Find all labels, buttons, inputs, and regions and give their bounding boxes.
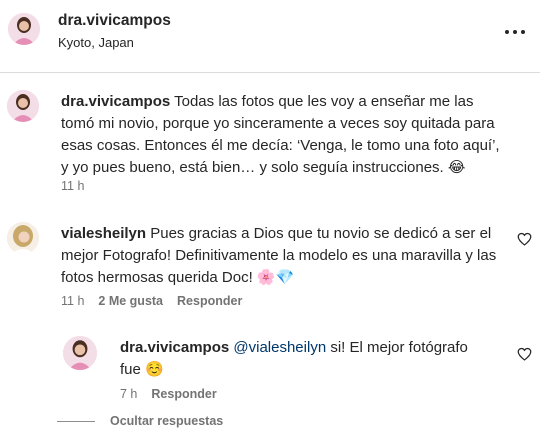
- reply-time[interactable]: 7 h: [120, 387, 137, 401]
- reply-meta: 7 h Responder: [120, 387, 217, 401]
- comment-likes[interactable]: 2 Me gusta: [98, 294, 163, 308]
- reply-username[interactable]: dra.vivicampos: [120, 339, 229, 356]
- caption-comment: dra.vivicampos Todas las fotos que les v…: [61, 91, 501, 179]
- caption-username[interactable]: dra.vivicampos: [61, 93, 170, 110]
- comment-avatar[interactable]: [7, 222, 39, 254]
- comment-body: vialesheilyn Pues gracias a Dios que tu …: [61, 223, 501, 289]
- header-location[interactable]: Kyoto, Japan: [58, 35, 134, 50]
- header-username[interactable]: dra.vivicampos: [58, 12, 171, 30]
- comment-username[interactable]: vialesheilyn: [61, 225, 146, 242]
- heart-icon[interactable]: [517, 232, 532, 246]
- hide-replies-button[interactable]: Ocultar respuestas: [110, 414, 223, 428]
- comment-time[interactable]: 11 h: [61, 294, 84, 308]
- more-options-icon[interactable]: [505, 30, 525, 36]
- reply-reply-button[interactable]: Responder: [151, 387, 216, 401]
- comment-reply-button[interactable]: Responder: [177, 294, 242, 308]
- heart-icon[interactable]: [517, 347, 532, 361]
- reply-mention[interactable]: @vialesheilyn: [233, 339, 326, 356]
- header-divider: [0, 72, 540, 73]
- hide-replies-line: [57, 421, 95, 422]
- comment-meta: 11 h 2 Me gusta Responder: [61, 294, 242, 308]
- caption-meta: 11 h: [61, 179, 84, 193]
- caption-avatar[interactable]: [7, 90, 39, 122]
- header-avatar[interactable]: [8, 13, 40, 45]
- reply-body: dra.vivicampos @vialesheilyn si! El mejo…: [120, 337, 490, 381]
- caption-time[interactable]: 11 h: [61, 179, 84, 193]
- reply-avatar[interactable]: [63, 336, 97, 370]
